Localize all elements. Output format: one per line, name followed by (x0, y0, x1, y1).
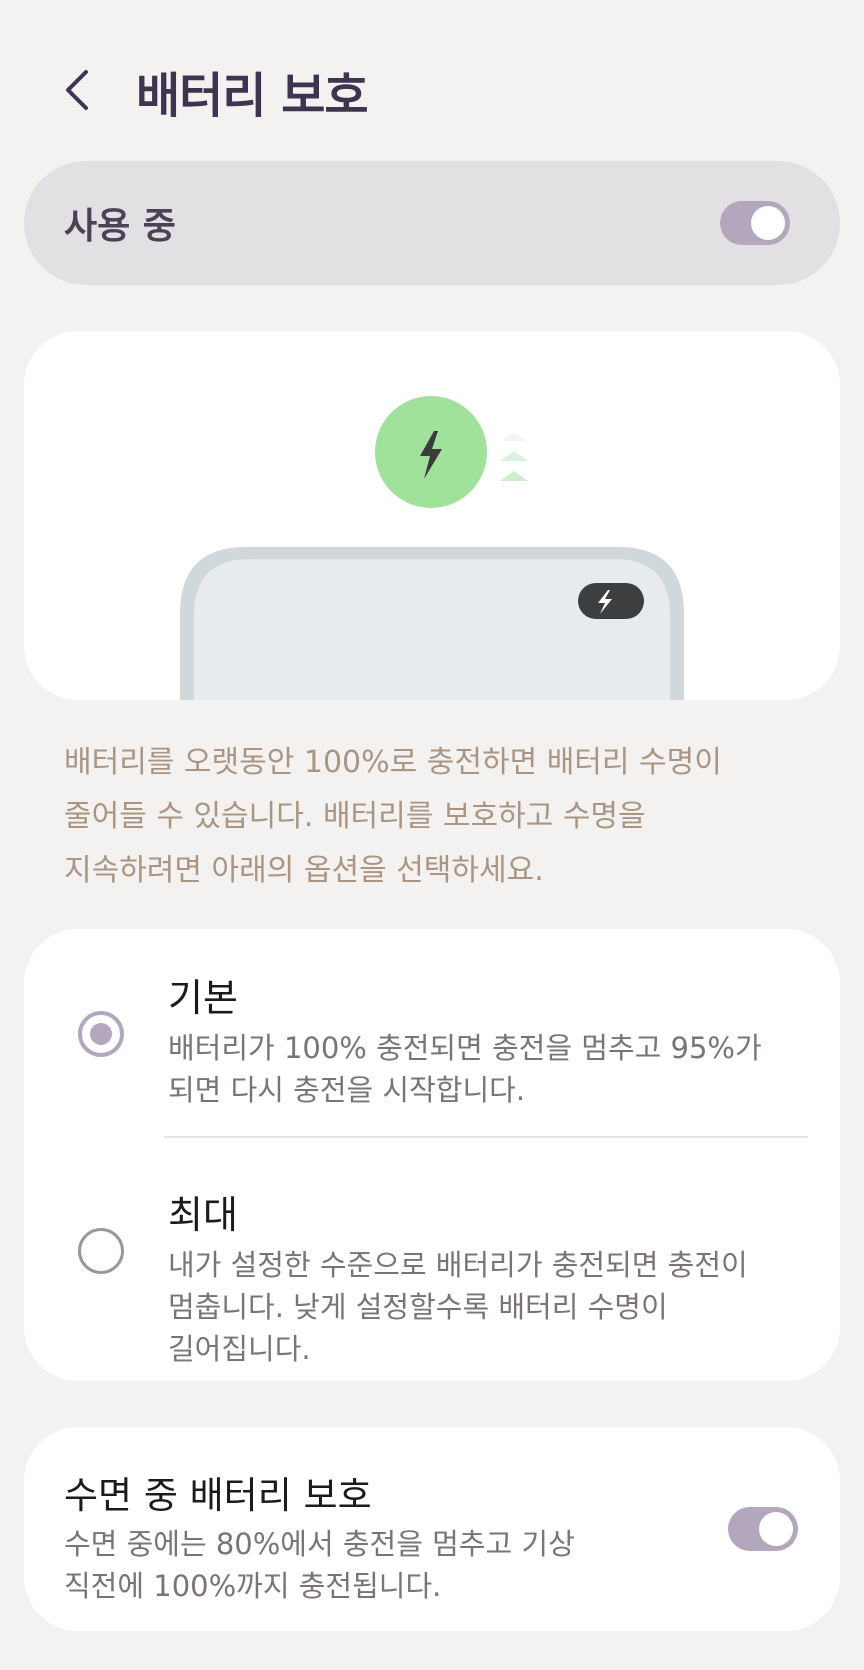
protection-options-card: 기본 배터리가 100% 충전되면 충전을 멈추고 95%가 되면 다시 충전을… (24, 929, 840, 1381)
master-switch[interactable] (720, 201, 790, 245)
back-button[interactable] (52, 60, 112, 120)
sleep-protection-description: 수면 중에는 80%에서 충전을 멈추고 기상 직전에 100%까지 충전됩니다… (64, 1523, 624, 1607)
switch-knob (759, 1512, 793, 1546)
description-line: 배터리가 100% 충전되면 충전을 멈추고 95%가 (168, 1031, 762, 1065)
sleep-protection-switch[interactable] (728, 1507, 798, 1551)
page-title: 배터리 보호 (136, 68, 369, 124)
description-line: 직전에 100%까지 충전됩니다. (64, 1569, 442, 1603)
option-maximum-description: 내가 설정한 수준으로 배터리가 충전되면 충전이 멈춥니다. 낮게 설정할수록… (168, 1244, 808, 1370)
description-line: 길어집니다. (168, 1332, 311, 1366)
battery-protection-screen: 배터리 보호 사용 중 배터리를 오랫동안 100%로 충전하면 배터리 수명이… (0, 0, 864, 1670)
radio-basic[interactable] (78, 1011, 124, 1057)
illustration-card (24, 331, 840, 700)
description-line: 줄어들 수 있습니다. 배터리를 보호하고 수명을 (64, 799, 646, 834)
master-toggle-label: 사용 중 (64, 206, 176, 247)
master-toggle-row[interactable]: 사용 중 (24, 161, 840, 285)
sleep-protection-row[interactable]: 수면 중 배터리 보호 수면 중에는 80%에서 충전을 멈추고 기상 직전에 … (24, 1427, 840, 1631)
charging-arrows (500, 433, 528, 481)
description-line: 내가 설정한 수준으로 배터리가 충전되면 충전이 (168, 1248, 748, 1282)
charging-illustration (180, 396, 684, 700)
option-maximum-title: 최대 (168, 1193, 238, 1237)
chevron-left-icon (66, 70, 88, 110)
option-maximum[interactable]: 최대 내가 설정한 수준으로 배터리가 충전되면 충전이 멈춥니다. 낮게 설정… (24, 1136, 840, 1381)
description-line: 멈춥니다. 낮게 설정할수록 배터리 수명이 (168, 1290, 668, 1324)
protection-description: 배터리를 오랫동안 100%로 충전하면 배터리 수명이 줄어들 수 있습니다.… (64, 736, 824, 898)
radio-maximum[interactable] (78, 1228, 124, 1274)
option-basic-description: 배터리가 100% 충전되면 충전을 멈추고 95%가 되면 다시 충전을 시작… (168, 1027, 808, 1111)
phone-charge-badge (578, 583, 644, 619)
sleep-protection-title: 수면 중 배터리 보호 (64, 1474, 372, 1517)
description-line: 수면 중에는 80%에서 충전을 멈추고 기상 (64, 1527, 575, 1561)
switch-knob (751, 206, 785, 240)
phone-screen (194, 559, 670, 700)
description-line: 되면 다시 충전을 시작합니다. (168, 1073, 526, 1107)
description-line: 지속하려면 아래의 옵션을 선택하세요. (64, 853, 544, 888)
app-bar: 배터리 보호 (0, 40, 864, 140)
description-line: 배터리를 오랫동안 100%로 충전하면 배터리 수명이 (64, 745, 722, 780)
option-basic-title: 기본 (168, 976, 238, 1020)
option-basic[interactable]: 기본 배터리가 100% 충전되면 충전을 멈추고 95%가 되면 다시 충전을… (24, 929, 840, 1136)
